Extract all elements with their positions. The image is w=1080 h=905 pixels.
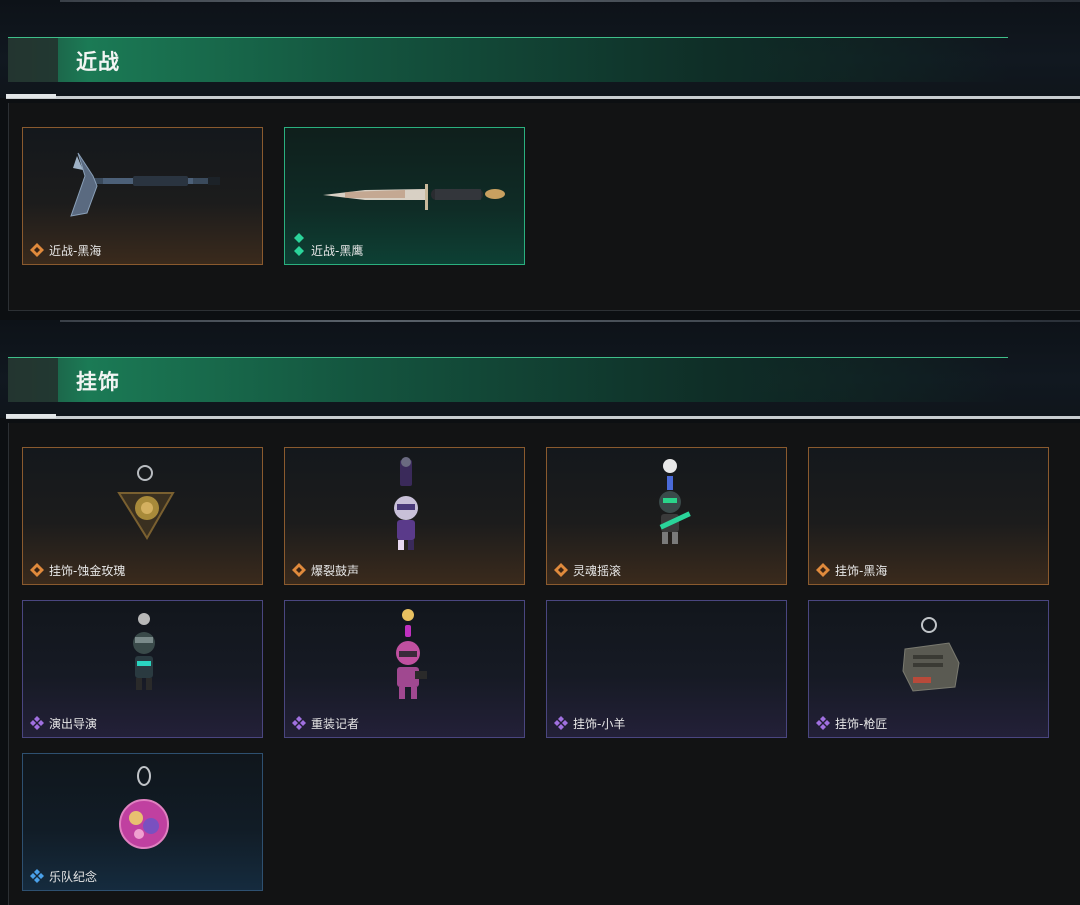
item-label: 挂饰-黑海 <box>835 564 888 578</box>
melee-section-title: 近战 <box>76 50 120 74</box>
item-card-charm-burst-drum[interactable]: 爆裂鼓声 <box>284 447 525 585</box>
melee-title-bar: 近战 <box>8 37 1008 82</box>
header-top-line <box>60 320 1080 322</box>
item-card-charm-gunsmith[interactable]: 挂饰-枪匠 <box>808 600 1049 738</box>
item-card-charm-show-director[interactable]: 演出导演 <box>22 600 263 738</box>
orange-rarity-icon <box>30 243 44 257</box>
item-card-charm-gold-rose[interactable]: 挂饰-蚀金玫瑰 <box>22 447 263 585</box>
item-card-melee-blacksea[interactable]: 近战-黑海 <box>22 127 263 265</box>
item-label: 重装记者 <box>311 717 360 731</box>
item-label: 灵魂摇滚 <box>573 564 622 578</box>
purple-rarity-icon <box>30 716 44 730</box>
charm-section-title: 挂饰 <box>76 370 120 394</box>
charm-panel: 挂饰-蚀金玫瑰 爆裂鼓声 灵魂摇滚 挂饰-黑海 演出导演 重装记者 挂饰-小羊 … <box>8 423 1080 905</box>
item-card-melee-blackhawk[interactable]: 近战-黑鹰 <box>284 127 525 265</box>
melee-divider <box>6 94 1080 99</box>
title-bar-stub <box>8 38 58 82</box>
item-card-charm-heavy-reporter[interactable]: 重装记者 <box>284 600 525 738</box>
item-label: 挂饰-小羊 <box>573 717 626 731</box>
header-top-line <box>60 0 1080 2</box>
charm-divider <box>6 414 1080 419</box>
orange-rarity-icon <box>292 563 306 577</box>
item-card-charm-band-memorial[interactable]: 乐队纪念 <box>22 753 263 891</box>
purple-rarity-icon <box>554 716 568 730</box>
item-label: 近战-黑海 <box>49 244 102 258</box>
item-card-charm-soul-rock[interactable]: 灵魂摇滚 <box>546 447 787 585</box>
item-label: 演出导演 <box>49 717 98 731</box>
item-label: 乐队纪念 <box>49 870 98 884</box>
item-label: 挂饰-枪匠 <box>835 717 888 731</box>
green-rarity-icon <box>294 233 304 256</box>
blue-rarity-icon <box>30 869 44 883</box>
title-bar-stub <box>8 358 58 402</box>
item-label: 爆裂鼓声 <box>311 564 360 578</box>
item-label: 近战-黑鹰 <box>311 244 364 258</box>
charm-title-bar: 挂饰 <box>8 357 1008 402</box>
item-card-charm-blacksea[interactable]: 挂饰-黑海 <box>808 447 1049 585</box>
item-card-charm-little-sheep[interactable]: 挂饰-小羊 <box>546 600 787 738</box>
purple-rarity-icon <box>816 716 830 730</box>
charm-section-header: 挂饰 <box>0 320 1080 418</box>
orange-rarity-icon <box>816 563 830 577</box>
orange-rarity-icon <box>554 563 568 577</box>
melee-panel: 近战-黑海 近战-黑鹰 <box>8 103 1080 311</box>
item-label: 挂饰-蚀金玫瑰 <box>49 564 126 578</box>
melee-section-header: 近战 <box>0 0 1080 98</box>
purple-rarity-icon <box>292 716 306 730</box>
orange-rarity-icon <box>30 563 44 577</box>
